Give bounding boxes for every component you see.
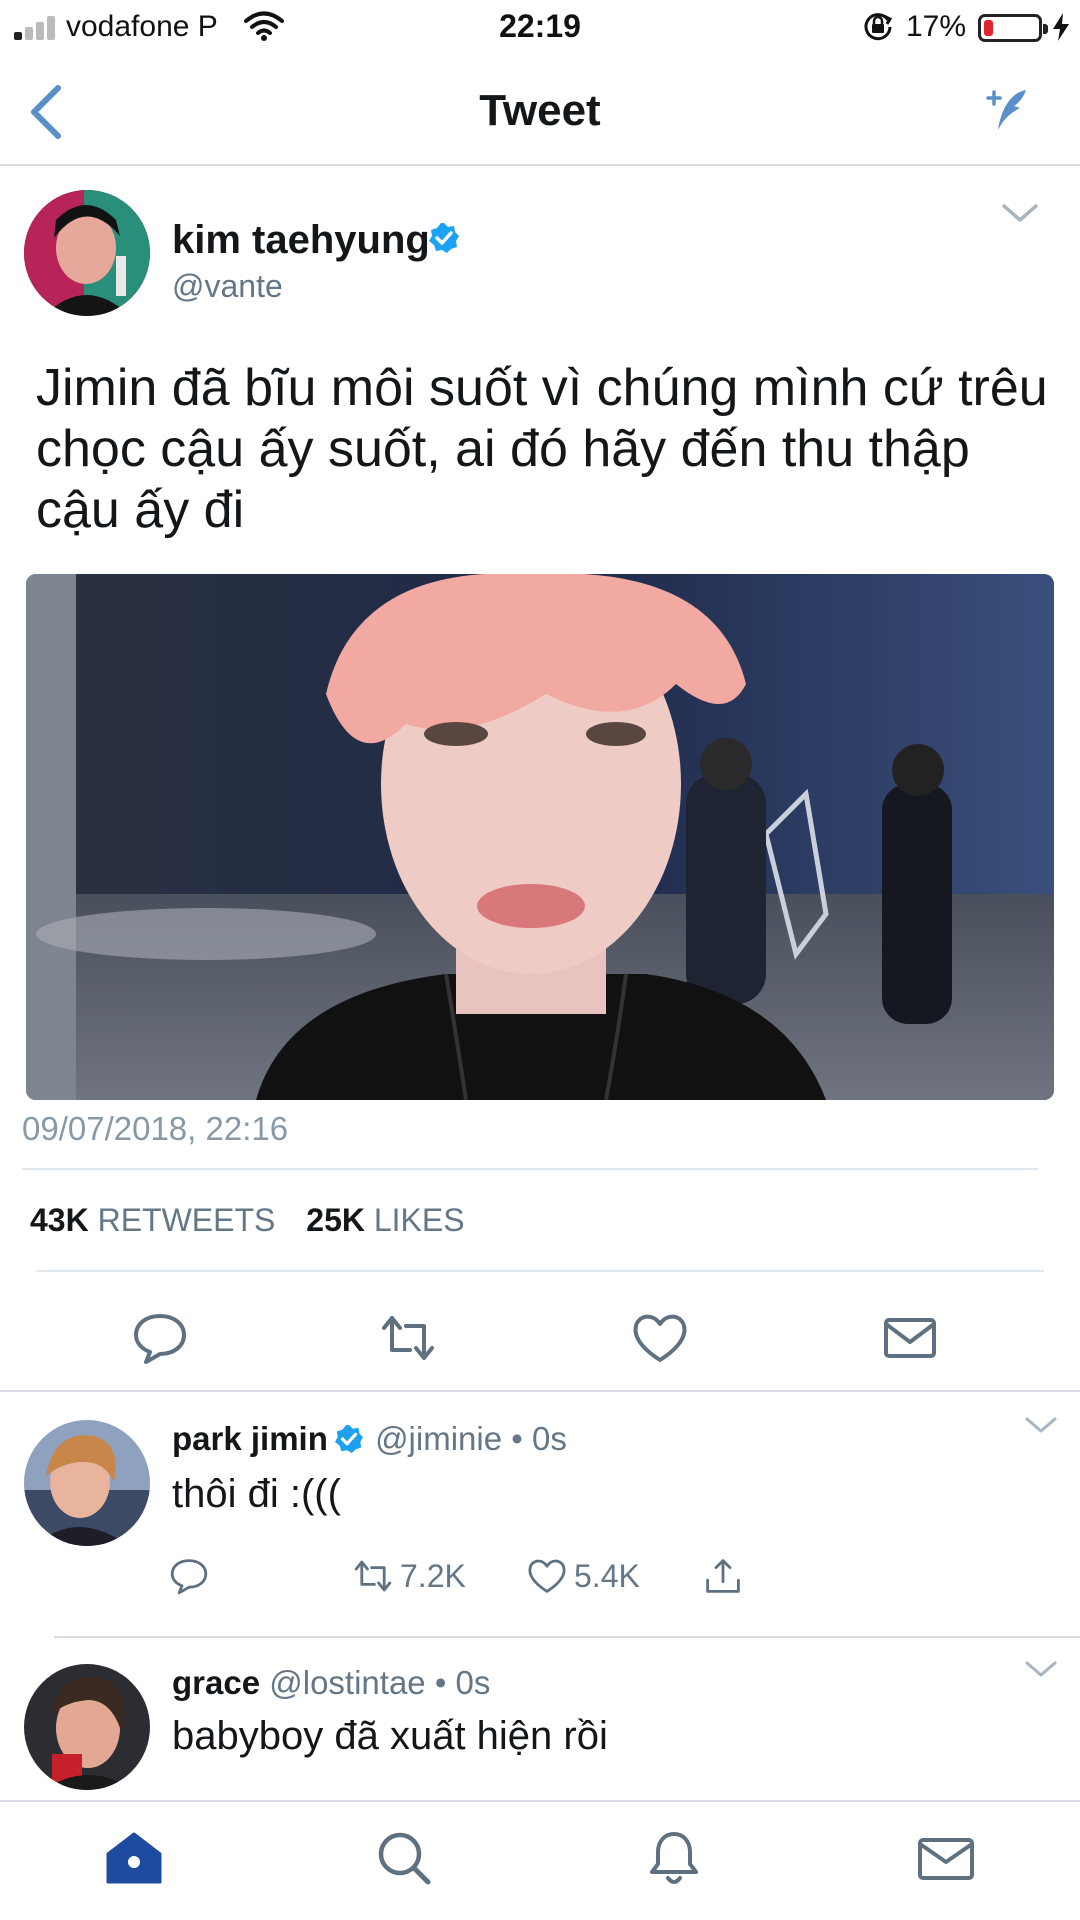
reply-icon <box>170 1559 208 1595</box>
retweet-icon[interactable] <box>378 1310 438 1366</box>
battery-percentage: 17% <box>906 10 967 43</box>
reply-author-name[interactable]: park jimin <box>172 1420 328 1457</box>
divider <box>36 1270 1044 1272</box>
reply-author-handle[interactable]: @lostintae <box>269 1664 425 1701</box>
retweet-icon <box>354 1560 392 1592</box>
engagement-stats: 43K RETWEETS 25K LIKES <box>30 1202 465 1239</box>
like-icon <box>528 1559 566 1593</box>
home-icon[interactable] <box>104 1828 164 1888</box>
share-icon <box>706 1559 740 1593</box>
likes-count[interactable]: 25K <box>306 1202 365 1238</box>
messages-icon[interactable] <box>916 1828 976 1888</box>
tab-bar <box>0 1800 1080 1920</box>
notifications-icon[interactable] <box>644 1828 704 1888</box>
status-bar: vodafone P 22:19 17% <box>0 0 1080 54</box>
reply-tweet[interactable]: park jimin @jiminie • 0s thôi đi :((( 7.… <box>0 1392 1080 1636</box>
navigation-bar: Tweet <box>0 56 1080 166</box>
compose-tweet-icon[interactable] <box>980 84 1032 136</box>
reply-like-count: 5.4K <box>574 1557 640 1594</box>
tweet-text: Jimin đã bĩu môi suốt vì chúng mình cứ t… <box>36 359 1048 539</box>
author-name[interactable]: kim taehyung <box>172 218 430 263</box>
reply-icon[interactable] <box>130 1310 190 1366</box>
avatar[interactable] <box>24 1664 150 1790</box>
chevron-down-icon[interactable] <box>1024 1660 1058 1680</box>
verified-badge-icon <box>429 223 459 253</box>
reply-header: park jimin @jiminie • 0s <box>172 1420 567 1458</box>
like-icon[interactable] <box>630 1310 690 1366</box>
direct-message-icon[interactable] <box>880 1310 940 1366</box>
chevron-down-icon[interactable] <box>1000 202 1040 226</box>
reply-header: grace @lostintae • 0s <box>172 1664 490 1702</box>
reply-tweet[interactable]: grace @lostintae • 0s babyboy đã xuất hi… <box>0 1638 1080 1798</box>
main-tweet: kim taehyung @vante Jimin đã bĩu môi suố… <box>0 168 1080 1388</box>
rotation-lock-icon <box>864 13 893 41</box>
battery-icon <box>978 14 1048 42</box>
reply-author-name[interactable]: grace <box>172 1664 260 1701</box>
chevron-down-icon[interactable] <box>1024 1416 1058 1436</box>
charging-bolt-icon <box>1053 13 1069 41</box>
author-handle[interactable]: @vante <box>172 268 283 305</box>
divider <box>22 1168 1038 1170</box>
likes-label[interactable]: LIKES <box>374 1202 465 1238</box>
reply-time: • 0s <box>434 1664 491 1701</box>
reply-time: • 0s <box>511 1420 567 1457</box>
like-button[interactable]: 5.4K <box>526 1554 640 1598</box>
tweet-photo[interactable] <box>26 574 1054 1100</box>
avatar[interactable] <box>24 190 150 316</box>
retweet-button[interactable]: 7.2K <box>352 1554 466 1598</box>
tweet-timestamp: 09/07/2018, 22:16 <box>22 1110 289 1147</box>
avatar[interactable] <box>24 1420 150 1546</box>
share-button[interactable] <box>702 1554 750 1598</box>
page-title: Tweet <box>479 86 601 135</box>
reply-author-handle[interactable]: @jiminie <box>375 1420 502 1457</box>
reply-button[interactable] <box>168 1554 216 1598</box>
reply-text: thôi đi :((( <box>172 1472 341 1516</box>
retweets-count[interactable]: 43K <box>30 1202 89 1238</box>
verified-badge-icon <box>334 1424 363 1454</box>
retweets-label[interactable]: RETWEETS <box>98 1202 276 1238</box>
search-icon[interactable] <box>374 1828 434 1888</box>
reply-text: babyboy đã xuất hiện rồi <box>172 1714 608 1758</box>
reply-retweet-count: 7.2K <box>400 1557 466 1594</box>
